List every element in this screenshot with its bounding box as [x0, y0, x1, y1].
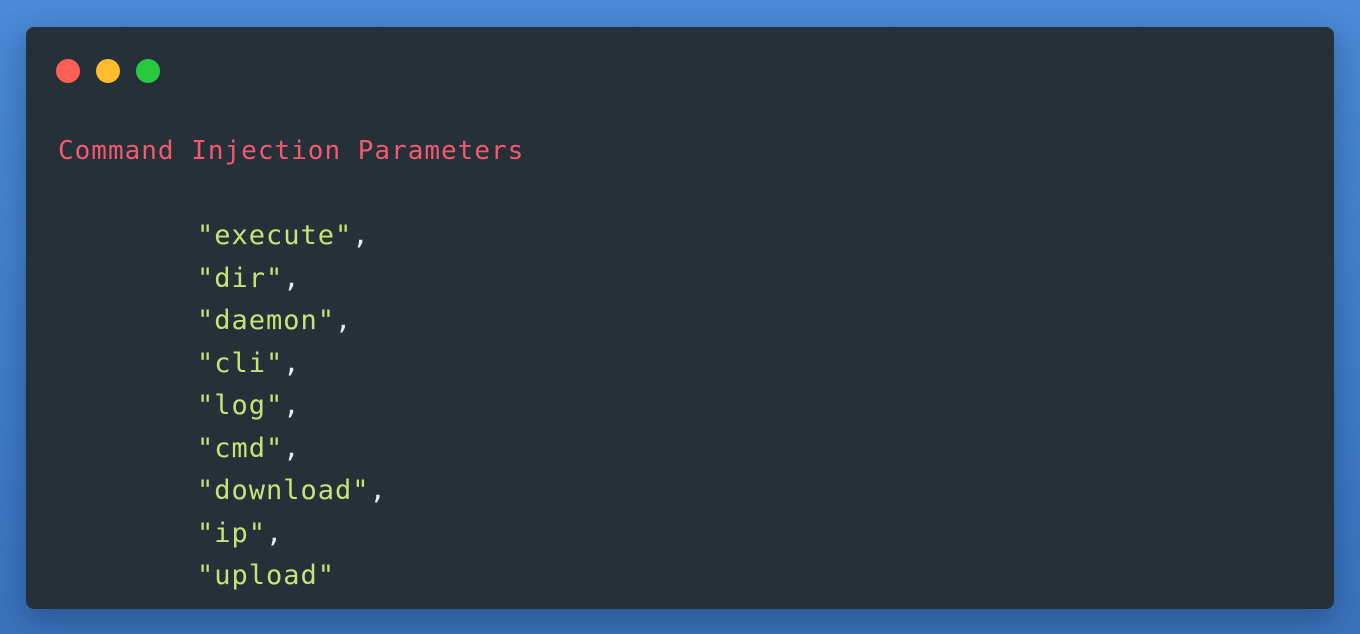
code-line: "execute",	[197, 215, 387, 258]
code-block: "execute", "dir", "daemon", "cli", "log"…	[197, 215, 387, 598]
comma: ,	[283, 262, 301, 294]
code-line: "dir",	[197, 258, 387, 301]
code-line: "cmd",	[197, 428, 387, 471]
code-line: "download",	[197, 470, 387, 513]
comma: ,	[335, 305, 353, 336]
code-window: Command Injection Parameters "execute", …	[26, 27, 1334, 609]
page-title: Command Injection Parameters	[58, 136, 525, 166]
string-literal: "execute"	[197, 220, 353, 251]
minimize-dot-icon[interactable]	[96, 59, 120, 83]
string-literal: "cli"	[197, 347, 284, 379]
code-line: "ip",	[197, 513, 387, 556]
string-literal: "daemon"	[197, 305, 336, 336]
window-controls	[56, 59, 160, 83]
comma: ,	[266, 517, 284, 549]
comma: ,	[283, 347, 301, 379]
string-literal: "cmd"	[197, 432, 284, 464]
string-literal: "download"	[197, 475, 370, 506]
code-line: "cli",	[197, 343, 387, 386]
string-literal: "dir"	[197, 262, 284, 294]
comma: ,	[352, 220, 370, 251]
code-line: "log",	[197, 385, 387, 428]
string-literal: "log"	[197, 390, 284, 421]
comma: ,	[283, 432, 301, 464]
maximize-dot-icon[interactable]	[136, 59, 160, 83]
close-dot-icon[interactable]	[56, 59, 80, 83]
code-line: "upload"	[197, 555, 387, 598]
comma: ,	[369, 475, 387, 506]
code-line: "daemon",	[197, 300, 387, 343]
string-literal: "upload"	[197, 560, 336, 591]
string-literal: "ip"	[197, 517, 267, 549]
comma: ,	[283, 390, 301, 421]
